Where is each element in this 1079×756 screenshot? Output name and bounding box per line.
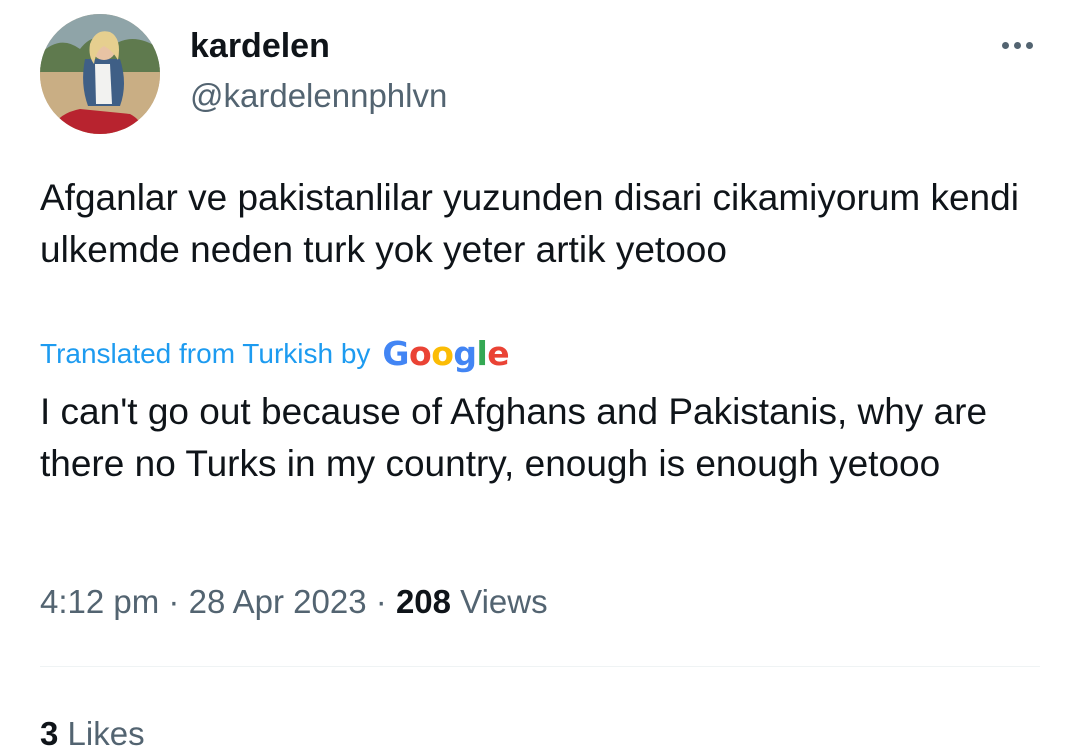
tweet: kardelen @kardelennphlvn Afganlar ve pak…	[0, 0, 1079, 752]
more-horizontal-icon-dot	[1025, 41, 1033, 49]
avatar[interactable]	[40, 14, 160, 134]
display-name[interactable]: kardelen	[190, 26, 330, 66]
tweet-text: Afganlar ve pakistanlilar yuzunden disar…	[40, 177, 1019, 270]
more-horizontal-icon	[1001, 41, 1009, 49]
translation-attribution: Translated from Turkish by Google	[40, 334, 510, 374]
translated-from-link[interactable]: Translated from Turkish by	[40, 334, 370, 374]
meta-separator: ·	[168, 583, 180, 620]
meta-separator: ·	[375, 583, 387, 620]
more-horizontal-icon-dot	[1013, 41, 1021, 49]
tweet-meta: 4:12 pm · 28 Apr 2023 · 208 Views	[40, 580, 548, 624]
tweet-time[interactable]: 4:12 pm	[40, 583, 159, 620]
translated-text: I can't go out because of Afghans and Pa…	[40, 391, 988, 484]
views-label: Views	[460, 583, 548, 620]
likes-count: 3	[40, 715, 59, 752]
avatar-photo	[40, 14, 160, 134]
tweet-date[interactable]: 28 Apr 2023	[189, 583, 367, 620]
likes-link[interactable]: 3 Likes	[40, 712, 145, 756]
likes-label: Likes	[67, 715, 145, 752]
google-logo: Google	[382, 334, 510, 373]
more-options-button[interactable]	[992, 30, 1042, 60]
divider	[40, 666, 1040, 667]
views-count: 208	[395, 583, 451, 620]
user-handle[interactable]: @kardelennphlvn	[190, 76, 447, 116]
